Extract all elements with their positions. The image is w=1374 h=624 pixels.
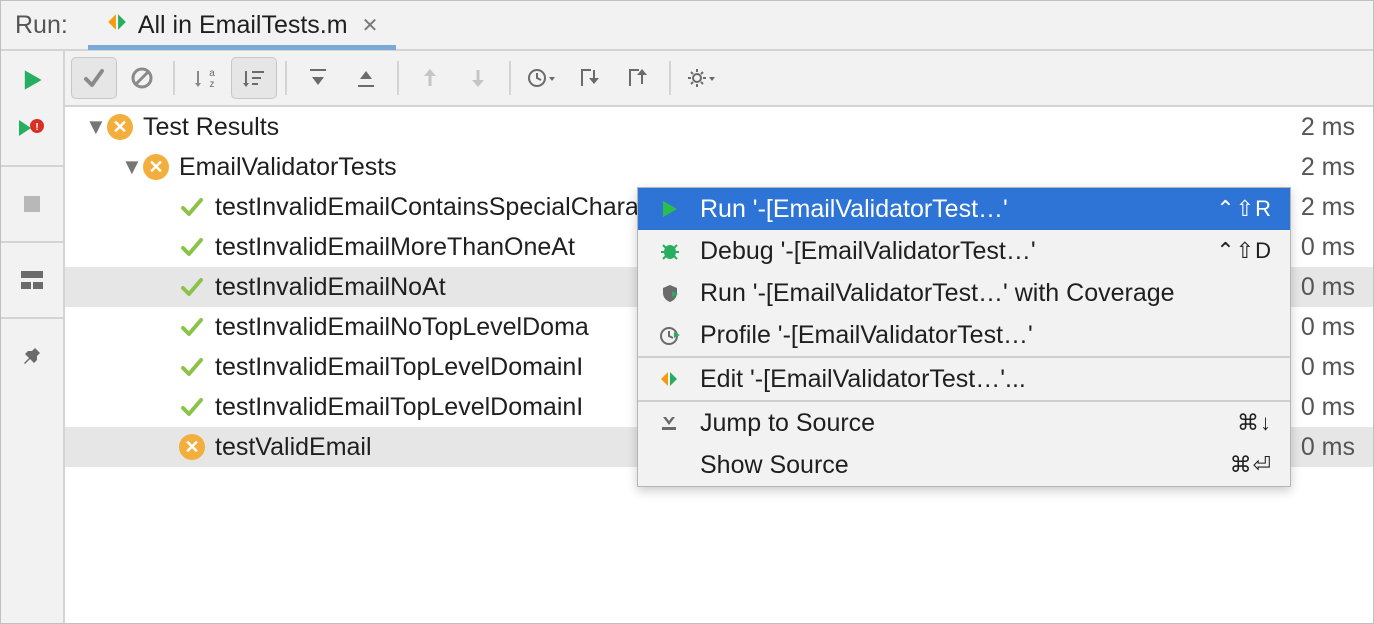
divider	[285, 61, 287, 95]
fail-icon	[179, 434, 205, 460]
run-tool-window: Run: All in EmailTests.m ✕ !	[0, 0, 1374, 624]
menu-item-debug-icon[interactable]: Debug '-[EmailValidatorTest…' ⌃⇧D	[638, 230, 1290, 272]
expand-all-button[interactable]	[295, 57, 341, 99]
test-label: testInvalidEmailTopLevelDomainI	[215, 353, 583, 382]
debug-icon	[656, 239, 684, 263]
disclosure-arrow[interactable]: ▼	[85, 114, 105, 140]
menu-item-run-icon[interactable]: Run '-[EmailValidatorTest…' ⌃⇧R	[638, 188, 1290, 230]
disclosure-arrow[interactable]: ▼	[121, 154, 141, 180]
duration-label: 2 ms	[1301, 153, 1355, 182]
prev-failed-button[interactable]	[407, 57, 453, 99]
side-column: !	[1, 51, 65, 623]
menu-item-label: Debug '-[EmailValidatorTest…'	[700, 237, 1198, 266]
tab-icon	[106, 11, 128, 40]
pass-icon	[179, 234, 205, 260]
divider	[669, 61, 671, 95]
active-run-tab[interactable]: All in EmailTests.m ✕	[88, 1, 397, 49]
divider	[173, 61, 175, 95]
divider	[509, 61, 511, 95]
next-failed-button[interactable]	[455, 57, 501, 99]
tree-row-suite-emailvalidatortests[interactable]: ▼ EmailValidatorTests 2 ms	[65, 147, 1373, 187]
run-button[interactable]	[15, 63, 49, 97]
divider	[1, 241, 63, 243]
menu-item-blank[interactable]: Show Source ⌘⏎	[638, 444, 1290, 486]
test-label: testInvalidEmailTopLevelDomainI	[215, 393, 583, 422]
duration-label: 0 ms	[1301, 313, 1355, 342]
pin-button[interactable]	[15, 339, 49, 373]
titlebar: Run: All in EmailTests.m ✕	[1, 1, 1373, 51]
duration-label: 2 ms	[1301, 193, 1355, 222]
fail-icon	[107, 114, 133, 140]
svg-text:z: z	[210, 79, 215, 89]
test-label: testValidEmail	[215, 433, 372, 462]
menu-item-coverage-icon[interactable]: Run '-[EmailValidatorTest…' with Coverag…	[638, 272, 1290, 314]
import-results-button[interactable]	[567, 57, 613, 99]
edit-config-icon	[656, 367, 684, 391]
sort-duration-button[interactable]	[231, 57, 277, 99]
tests-toolbar: az	[65, 51, 1373, 107]
profile-icon	[656, 323, 684, 347]
menu-item-shortcut: ⌘⏎	[1230, 452, 1272, 478]
rerun-failed-button[interactable]: !	[15, 111, 49, 145]
menu-item-label: Edit '-[EmailValidatorTest…'...	[700, 365, 1272, 394]
svg-text:a: a	[209, 68, 215, 79]
duration-label: 0 ms	[1301, 273, 1355, 302]
jump-source-icon	[656, 411, 684, 435]
menu-item-profile-icon[interactable]: Profile '-[EmailValidatorTest…'	[638, 314, 1290, 356]
divider	[397, 61, 399, 95]
tab-title: All in EmailTests.m	[138, 11, 348, 40]
sort-alpha-button[interactable]: az	[183, 57, 229, 99]
show-passed-button[interactable]	[71, 57, 117, 99]
collapse-all-button[interactable]	[343, 57, 389, 99]
menu-item-jump-source-icon[interactable]: Jump to Source ⌘↓	[638, 402, 1290, 444]
menu-item-label: Run '-[EmailValidatorTest…'	[700, 195, 1198, 224]
divider	[1, 317, 63, 319]
show-ignored-button[interactable]	[119, 57, 165, 99]
stop-button[interactable]	[15, 187, 49, 221]
menu-item-edit-config-icon[interactable]: Edit '-[EmailValidatorTest…'...	[638, 358, 1290, 400]
duration-label: 2 ms	[1301, 113, 1355, 142]
test-label: testInvalidEmailContainsSpecialCharacter…	[215, 193, 693, 222]
duration-label: 0 ms	[1301, 353, 1355, 382]
export-results-button[interactable]	[615, 57, 661, 99]
settings-button[interactable]	[679, 57, 725, 99]
pass-icon	[179, 314, 205, 340]
duration-label: 0 ms	[1301, 233, 1355, 262]
test-label: testInvalidEmailMoreThanOneAt	[215, 233, 575, 262]
fail-icon	[143, 154, 169, 180]
tab-close-button[interactable]: ✕	[362, 13, 379, 38]
svg-text:!: !	[35, 122, 38, 133]
pass-icon	[179, 394, 205, 420]
menu-item-label: Run '-[EmailValidatorTest…' with Coverag…	[700, 279, 1272, 308]
blank	[656, 453, 684, 477]
test-label: testInvalidEmailNoAt	[215, 273, 446, 302]
layout-button[interactable]	[15, 263, 49, 297]
pass-icon	[179, 354, 205, 380]
menu-item-label: Profile '-[EmailValidatorTest…'	[700, 321, 1272, 350]
test-label: testInvalidEmailNoTopLevelDoma	[215, 313, 589, 342]
tab-underline	[88, 45, 397, 50]
pass-icon	[179, 274, 205, 300]
menu-item-label: Show Source	[700, 451, 1212, 480]
run-label: Run:	[15, 1, 88, 49]
duration-label: 0 ms	[1301, 433, 1355, 462]
pass-icon	[179, 194, 205, 220]
test-label: Test Results	[143, 113, 279, 142]
menu-item-shortcut: ⌃⇧R	[1216, 196, 1272, 222]
context-menu[interactable]: Run '-[EmailValidatorTest…' ⌃⇧R Debug '-[E…	[637, 187, 1291, 487]
scrollbar[interactable]	[1359, 107, 1373, 623]
divider	[1, 165, 63, 167]
tree-row-root[interactable]: ▼ Test Results 2 ms	[65, 107, 1373, 147]
history-button[interactable]	[519, 57, 565, 99]
run-icon	[656, 197, 684, 221]
duration-label: 0 ms	[1301, 393, 1355, 422]
menu-item-shortcut: ⌃⇧D	[1216, 238, 1272, 264]
test-label: EmailValidatorTests	[179, 153, 397, 182]
coverage-icon	[656, 281, 684, 305]
menu-item-label: Jump to Source	[700, 409, 1219, 438]
menu-item-shortcut: ⌘↓	[1237, 410, 1272, 436]
